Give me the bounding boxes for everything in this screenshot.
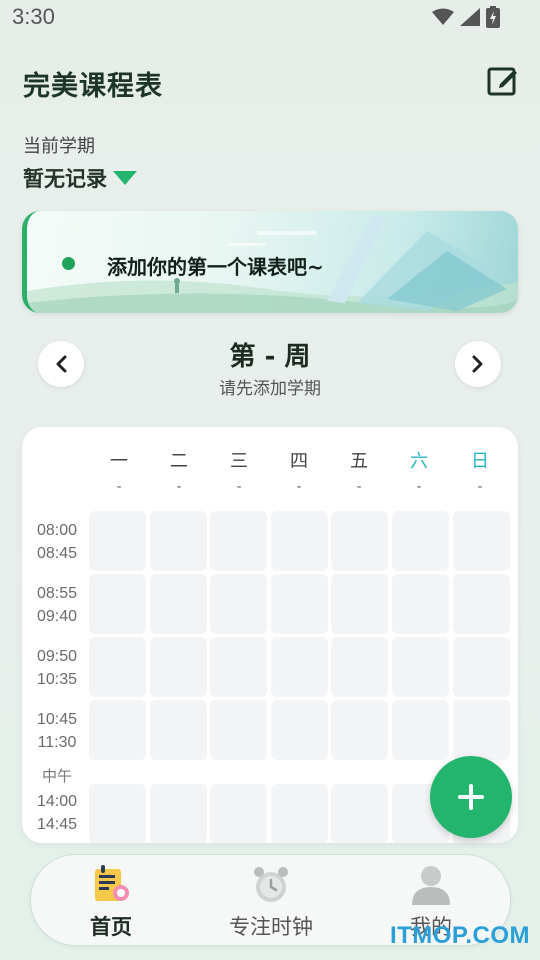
time-end: 11:30 xyxy=(37,734,77,751)
time-end: 08:45 xyxy=(36,545,78,562)
term-dropdown[interactable]: 暂无记录 xyxy=(23,163,137,193)
time-slot-4: 10:45 11:30 xyxy=(30,708,84,754)
timetable-cell[interactable] xyxy=(210,574,268,634)
timetable-cell[interactable] xyxy=(331,574,389,634)
term-label: 当前学期 xyxy=(23,136,95,157)
app-title: 完美课程表 xyxy=(23,71,163,102)
edit-button[interactable] xyxy=(487,64,519,96)
timetable-cell[interactable] xyxy=(149,784,207,843)
day-date: - xyxy=(236,479,242,495)
day-date: - xyxy=(356,479,362,495)
timetable-cell[interactable] xyxy=(270,784,328,843)
time-slot-5: 14:00 14:45 xyxy=(30,790,84,836)
watermark-text: ITMOP.COM xyxy=(389,922,530,949)
profile-icon xyxy=(412,866,450,905)
time-end: 09:40 xyxy=(36,608,78,625)
timetable-cell[interactable] xyxy=(452,574,510,634)
timetable-cell[interactable] xyxy=(149,700,207,760)
time-slot-2: 08:55 09:40 xyxy=(30,582,84,628)
day-header-thu: 四 xyxy=(290,451,308,472)
timetable-cell[interactable] xyxy=(210,637,268,697)
day-date: - xyxy=(176,479,182,495)
timetable-cell[interactable] xyxy=(392,574,449,634)
timetable-cell[interactable] xyxy=(149,574,207,634)
battery-icon xyxy=(486,6,500,28)
time-start: 14:00 xyxy=(36,793,78,810)
time-slot-3: 09:50 10:35 xyxy=(30,645,84,691)
banner-text: 添加你的第一个课表吧~ xyxy=(107,255,324,279)
timetable-cell[interactable] xyxy=(89,574,146,634)
day-date: - xyxy=(477,479,483,495)
timetable-cell[interactable] xyxy=(210,700,268,760)
timetable-cell[interactable] xyxy=(331,784,389,843)
day-date: - xyxy=(416,479,422,495)
timetable-cell[interactable] xyxy=(270,511,328,571)
timetable-cell[interactable] xyxy=(392,511,449,571)
day-header-sat: 六 xyxy=(410,451,428,472)
timetable-cell[interactable] xyxy=(392,700,449,760)
time-start: 08:55 xyxy=(36,585,78,602)
timetable-cell[interactable] xyxy=(89,700,146,760)
chevron-right-icon xyxy=(472,355,483,373)
dropdown-triangle-icon xyxy=(113,171,137,185)
plus-icon xyxy=(458,784,484,810)
day-header-mon: 一 xyxy=(110,451,128,472)
timetable-cell[interactable] xyxy=(210,511,268,571)
timetable-cell[interactable] xyxy=(452,511,510,571)
timetable-cell[interactable] xyxy=(331,511,389,571)
time-start: 08:00 xyxy=(36,522,78,539)
edit-icon xyxy=(487,67,517,96)
timetable-cell[interactable] xyxy=(331,700,389,760)
status-bar: 3:30 xyxy=(0,0,540,38)
time-slot-1: 08:00 08:45 xyxy=(30,519,84,565)
day-date: - xyxy=(116,479,122,495)
time-start: 10:45 xyxy=(36,711,78,728)
time-end: 14:45 xyxy=(36,816,78,833)
status-icons xyxy=(432,6,500,28)
timetable-cell[interactable] xyxy=(331,637,389,697)
timetable-cell[interactable] xyxy=(89,784,146,843)
timetable-cell[interactable] xyxy=(210,784,268,843)
signal-icon xyxy=(460,8,480,26)
nav-item-home[interactable]: 首页 xyxy=(51,863,171,941)
noon-break-label: 中午 xyxy=(41,767,72,785)
timetable-cell[interactable] xyxy=(149,637,207,697)
alarm-clock-icon xyxy=(254,867,288,902)
timetable-cell[interactable] xyxy=(149,511,207,571)
day-header-sun: 日 xyxy=(471,451,489,472)
nav-item-focus-clock[interactable]: 专注时钟 xyxy=(211,863,331,941)
status-time: 3:30 xyxy=(12,4,55,29)
day-date: - xyxy=(296,479,302,495)
nav-label-focus-clock: 专注时钟 xyxy=(229,915,313,939)
add-timetable-banner[interactable]: 添加你的第一个课表吧~ xyxy=(22,211,518,313)
day-header-tue: 二 xyxy=(170,451,188,472)
timetable-cell[interactable] xyxy=(392,637,449,697)
next-week-button[interactable] xyxy=(455,341,501,387)
wifi-icon xyxy=(432,8,454,25)
banner-dot xyxy=(62,257,75,270)
timetable-cell[interactable] xyxy=(270,574,328,634)
home-schedule-icon xyxy=(95,865,129,901)
add-course-button[interactable] xyxy=(430,756,512,838)
nav-label-home: 首页 xyxy=(90,915,132,939)
day-header-wed: 三 xyxy=(230,451,248,472)
timetable-cell[interactable] xyxy=(270,637,328,697)
time-end: 10:35 xyxy=(36,671,78,688)
time-start: 09:50 xyxy=(36,648,78,665)
timetable-cell[interactable] xyxy=(270,700,328,760)
timetable-cell[interactable] xyxy=(452,700,510,760)
timetable-cell[interactable] xyxy=(89,511,146,571)
timetable-cell[interactable] xyxy=(452,637,510,697)
timetable-cell[interactable] xyxy=(89,637,146,697)
term-value: 暂无记录 xyxy=(23,167,107,191)
day-header-fri: 五 xyxy=(350,451,368,472)
